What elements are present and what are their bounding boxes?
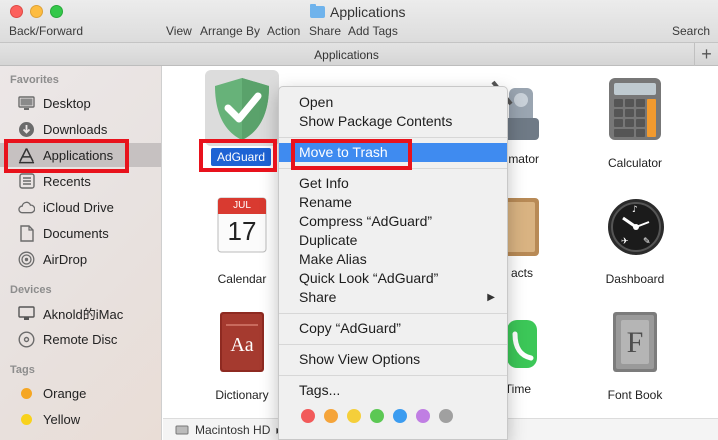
sidebar-item-label: iCloud Drive [43,199,114,215]
yellow-tag-icon [18,411,35,428]
path-segment-macintosh-hd[interactable]: Macintosh HD [195,423,270,437]
sidebar-item-tag-yellow[interactable]: Yellow [0,407,161,431]
app-label: Calculator [607,156,663,170]
tag-gray-dot[interactable] [439,409,453,423]
add-tags-button[interactable]: Add Tags [348,24,398,38]
annotation-highlight-adguard [199,139,277,172]
menu-item-open[interactable]: Open [279,93,507,112]
tag-color-row [301,409,453,423]
menu-item-duplicate[interactable]: Duplicate [279,231,507,250]
svg-text:✎: ✎ [643,237,651,247]
menu-item-share[interactable]: Share ▶ [279,288,507,307]
app-item-dashboard[interactable]: ✈ ✎ ♪ Dashboard [580,186,690,290]
calculator-icon [609,78,661,140]
sidebar-item-icloud-drive[interactable]: iCloud Drive [0,195,161,219]
sidebar-item-label: Recents [43,173,91,189]
sidebar-item-tag-orange[interactable]: Orange [0,381,161,405]
disc-icon [18,330,35,348]
sidebar-item-downloads[interactable]: Downloads [0,117,161,141]
share-button[interactable]: Share [309,24,341,38]
app-label: Dashboard [605,272,665,286]
airdrop-icon [18,251,35,268]
window-title-text: Applications [330,4,406,20]
app-item-font-book[interactable]: F Font Book [580,302,690,406]
sidebar-item-label: AirDrop [43,251,88,267]
new-tab-button[interactable]: + [694,43,718,66]
adguard-shield-icon [215,78,269,140]
hard-disk-icon [175,425,189,434]
menu-item-quick-look[interactable]: Quick Look “AdGuard” [279,269,507,288]
cloud-icon [18,199,35,216]
window-titlebar: Applications Back/Forward View Arrange B… [0,0,718,42]
documents-icon [18,224,35,242]
tab-bar: Applications + [0,42,718,66]
menu-item-copy[interactable]: Copy “AdGuard” [279,319,507,338]
sidebar-item-label: Yellow [43,411,81,427]
favorites-header: Favorites [10,74,59,86]
annotation-highlight-applications [4,139,129,173]
tag-blue-dot[interactable] [393,409,407,423]
dashboard-icon: ✈ ✎ ♪ [608,199,664,255]
tag-yellow-dot[interactable] [347,409,361,423]
sidebar-item-documents[interactable]: Documents [0,221,161,245]
desktop-icon [18,95,35,112]
dictionary-glyph: Aa [230,334,254,356]
folder-icon [310,4,325,18]
tab-applications[interactable]: Applications [0,48,693,62]
menu-item-get-info[interactable]: Get Info [279,174,507,193]
sidebar-item-desktop[interactable]: Desktop [0,91,161,115]
submenu-arrow-icon: ▶ [487,292,495,303]
menu-separator [279,375,507,376]
orange-tag-icon [18,385,35,402]
sidebar-item-remote-disc[interactable]: Remote Disc [0,327,161,351]
font-book-glyph: F [626,326,644,359]
tag-green-dot[interactable] [370,409,384,423]
app-label: Font Book [607,388,663,402]
menu-separator [279,344,507,345]
tags-header: Tags [10,364,35,376]
sidebar-item-label: Aknold的iMac [43,306,124,322]
tag-red-dot[interactable] [301,409,315,423]
sidebar-item-label: Remote Disc [43,331,118,347]
window-title: Applications [310,4,406,20]
sidebar-item-imac[interactable]: Aknold的iMac [0,301,161,325]
menu-separator [279,313,507,314]
menu-item-show-package-contents[interactable]: Show Package Contents [279,112,507,131]
sidebar-item-label: Downloads [43,121,108,137]
sidebar: Favorites Desktop Downloads Applications… [0,66,162,440]
arrange-by-button[interactable]: Arrange By [200,24,260,38]
sidebar-item-airdrop[interactable]: AirDrop [0,247,161,271]
menu-item-label: Share [299,289,337,305]
tag-purple-dot[interactable] [416,409,430,423]
sidebar-item-label: Documents [43,225,109,241]
calendar-day: 17 [227,216,257,246]
menu-item-tags[interactable]: Tags... [279,381,507,400]
back-forward-button[interactable]: Back/Forward [9,24,83,38]
tag-orange-dot[interactable] [324,409,338,423]
menu-item-show-view-options[interactable]: Show View Options [279,350,507,369]
menu-item-rename[interactable]: Rename [279,193,507,212]
annotation-highlight-move-to-trash [291,139,412,170]
devices-header: Devices [10,284,52,296]
app-item-calculator[interactable]: Calculator [580,70,690,174]
downloads-icon [18,121,35,138]
calendar-month: JUL [233,200,251,211]
view-button[interactable]: View [166,24,192,38]
imac-icon [18,305,35,322]
sidebar-item-label: Orange [43,385,87,401]
facetime-phone-icon [507,320,537,368]
svg-text:♪: ♪ [632,205,638,215]
close-window-button[interactable] [10,5,23,18]
search-button[interactable]: Search [672,24,710,38]
menu-item-make-alias[interactable]: Make Alias [279,250,507,269]
menu-item-compress[interactable]: Compress “AdGuard” [279,212,507,231]
minimize-window-button[interactable] [30,5,43,18]
sidebar-item-label: Desktop [43,95,91,111]
menu-separator [279,137,507,138]
recents-icon [18,173,35,190]
zoom-window-button[interactable] [50,5,63,18]
action-button[interactable]: Action [267,24,300,38]
svg-text:✈: ✈ [621,237,629,247]
